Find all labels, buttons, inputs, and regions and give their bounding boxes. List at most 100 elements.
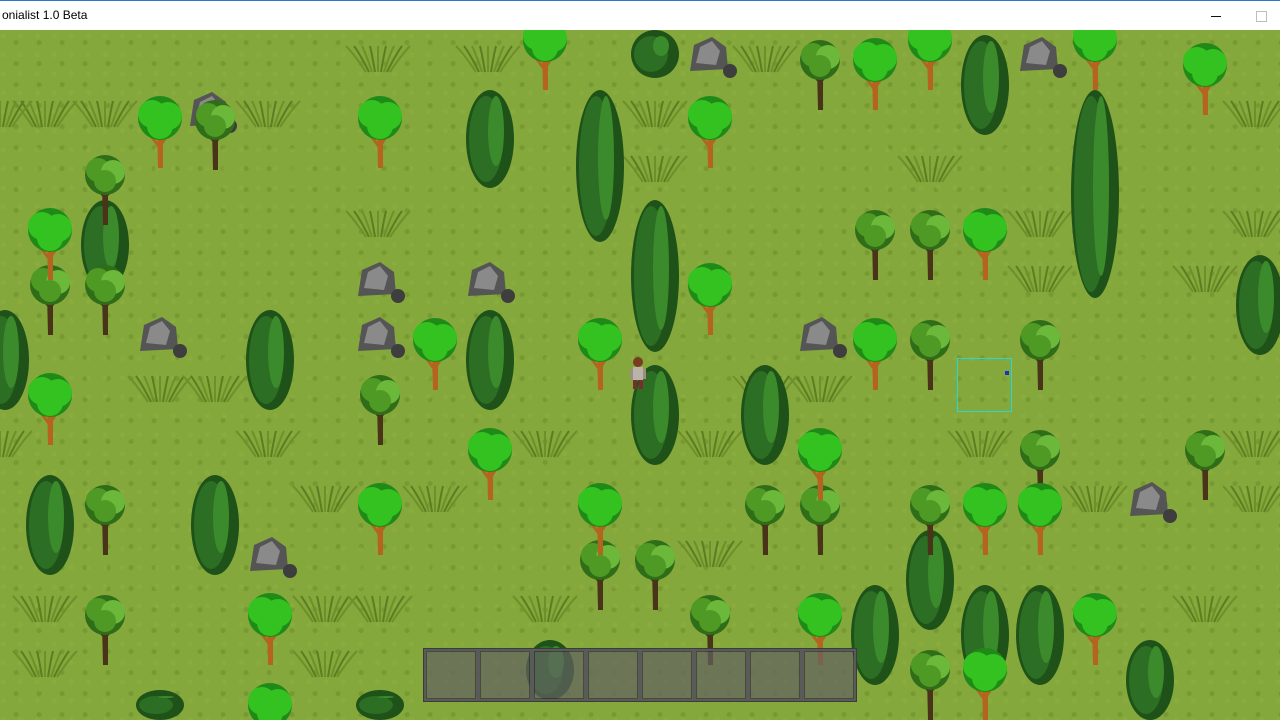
- leafy-tree-icon: [578, 318, 622, 390]
- cypress-tree-icon: [631, 30, 679, 78]
- cypress-tree-icon: [136, 690, 184, 720]
- leafy-tree-icon: [138, 96, 182, 168]
- bush-icon: [12, 100, 78, 128]
- rock-icon: [358, 317, 405, 358]
- bush-icon: [622, 100, 688, 128]
- oak-tree-icon: [855, 210, 895, 280]
- rock-icon: [1020, 37, 1067, 78]
- rock-icon: [1130, 482, 1177, 523]
- bush-icon: [0, 430, 33, 458]
- oak-tree-icon: [910, 320, 950, 390]
- cypress-tree-icon: [1016, 585, 1064, 685]
- maximize-icon: [1255, 10, 1267, 22]
- window-titlebar[interactable]: onialist 1.0 Beta: [0, 0, 1280, 30]
- minimize-button[interactable]: [1193, 1, 1239, 31]
- oak-tree-icon: [85, 485, 125, 555]
- hotbar-slot[interactable]: [424, 649, 478, 701]
- bush-icon: [677, 430, 743, 458]
- leafy-tree-icon: [1018, 483, 1062, 555]
- cypress-tree-icon: [26, 475, 74, 575]
- game-world[interactable]: [0, 30, 1280, 720]
- maximize-button[interactable]: [1238, 1, 1280, 31]
- bush-icon: [292, 650, 358, 678]
- bush-icon: [1172, 265, 1238, 293]
- minimize-icon: [1211, 15, 1221, 17]
- leafy-tree-icon: [688, 96, 732, 168]
- cypress-tree-icon: [191, 475, 239, 575]
- world-map: [0, 30, 1280, 720]
- bush-icon: [72, 100, 138, 128]
- tile-selection-cursor: [957, 358, 1012, 412]
- bush-icon: [235, 430, 301, 458]
- hotbar-slot[interactable]: [748, 649, 802, 701]
- cypress-tree-icon: [1236, 255, 1280, 355]
- leafy-tree-icon: [963, 208, 1007, 280]
- bush-icon: [1172, 595, 1238, 623]
- leafy-tree-icon: [248, 593, 292, 665]
- bush-icon: [1222, 430, 1280, 458]
- bush-icon: [947, 430, 1013, 458]
- leafy-tree-icon: [358, 96, 402, 168]
- cypress-tree-icon: [741, 365, 789, 465]
- rock-icon: [800, 317, 847, 358]
- bush-icon: [12, 650, 78, 678]
- bush-icon: [455, 45, 521, 73]
- bush-icon: [402, 485, 468, 513]
- leafy-tree-icon: [248, 683, 292, 720]
- oak-tree-icon: [910, 210, 950, 280]
- cypress-tree-icon: [246, 310, 294, 410]
- bush-icon: [622, 155, 688, 183]
- bush-icon: [512, 430, 578, 458]
- rock-icon: [690, 37, 737, 78]
- leafy-tree-icon: [688, 263, 732, 335]
- bush-icon: [1007, 265, 1073, 293]
- rock-icon: [140, 317, 187, 358]
- hotbar-slot[interactable]: [802, 649, 856, 701]
- cypress-tree-icon: [1071, 90, 1119, 298]
- leafy-tree-icon: [1183, 43, 1227, 115]
- oak-tree-icon: [85, 595, 125, 665]
- hotbar-slot[interactable]: [586, 649, 640, 701]
- window-title: onialist 1.0 Beta: [2, 8, 88, 22]
- bush-icon: [732, 45, 798, 73]
- bush-icon: [1222, 100, 1280, 128]
- cypress-tree-icon: [576, 90, 624, 242]
- leafy-tree-icon: [578, 483, 622, 555]
- hotbar: [423, 648, 857, 702]
- bush-icon: [345, 210, 411, 238]
- leafy-tree-icon: [963, 483, 1007, 555]
- cypress-tree-icon: [466, 310, 514, 410]
- cypress-tree-icon: [1126, 640, 1174, 720]
- rock-icon: [250, 537, 297, 578]
- oak-tree-icon: [85, 265, 125, 335]
- oak-tree-icon: [800, 40, 840, 110]
- bush-icon: [345, 45, 411, 73]
- oak-tree-icon: [1020, 320, 1060, 390]
- leafy-tree-icon: [1073, 593, 1117, 665]
- leafy-tree-icon: [523, 30, 567, 90]
- leafy-tree-icon: [963, 648, 1007, 720]
- hotbar-slot[interactable]: [532, 649, 586, 701]
- bush-icon: [1222, 210, 1280, 238]
- rock-icon: [468, 262, 515, 303]
- leafy-tree-icon: [413, 318, 457, 390]
- bush-icon: [512, 595, 578, 623]
- cypress-tree-icon: [466, 90, 514, 188]
- bush-icon: [347, 595, 413, 623]
- leafy-tree-icon: [468, 428, 512, 500]
- hotbar-slot[interactable]: [478, 649, 532, 701]
- bush-icon: [897, 155, 963, 183]
- oak-tree-icon: [745, 485, 785, 555]
- leafy-tree-icon: [853, 318, 897, 390]
- cypress-tree-icon: [851, 585, 899, 685]
- cypress-tree-icon: [0, 310, 29, 410]
- cypress-tree-icon: [961, 35, 1009, 135]
- rock-icon: [358, 262, 405, 303]
- oak-tree-icon: [1185, 430, 1225, 500]
- hotbar-slot[interactable]: [640, 649, 694, 701]
- hotbar-slot[interactable]: [694, 649, 748, 701]
- leafy-tree-icon: [28, 373, 72, 445]
- bush-icon: [1062, 485, 1128, 513]
- bush-icon: [1222, 485, 1280, 513]
- bush-icon: [292, 595, 358, 623]
